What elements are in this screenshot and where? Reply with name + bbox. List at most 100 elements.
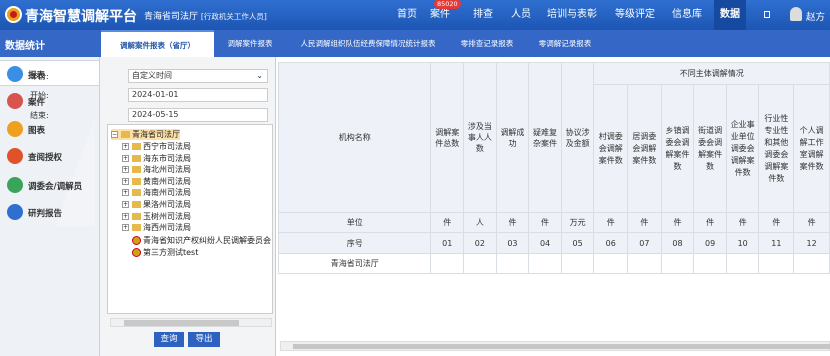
column-header: 调解成功 [495, 62, 530, 213]
tree-node[interactable]: + 海西州司法局 [122, 222, 191, 233]
tab-0[interactable]: 调解案件报表（省厅） [101, 30, 214, 57]
folder-icon [132, 189, 141, 197]
tree-node[interactable]: + 海北州司法局 [122, 164, 191, 175]
tree-node-root[interactable]: − 青海省司法厅 [111, 129, 180, 140]
table-row[interactable]: 青海省司法厅 [277, 253, 830, 274]
folder-icon [132, 224, 141, 232]
seq-cell: 11 [758, 232, 795, 254]
sidebar-item-label: 图表 [28, 126, 46, 136]
nav-label: 信息库 [672, 9, 702, 20]
tree-node[interactable]: + 海东市司法局 [122, 153, 191, 164]
sidebar-item-1[interactable]: 案件 [0, 88, 99, 114]
folder-icon [132, 212, 141, 220]
tree-scrollbar[interactable] [110, 318, 272, 327]
expand-toggle-icon[interactable]: + [122, 143, 129, 150]
tree-node-label: 海北州司法局 [143, 165, 191, 175]
sidebar-item-4[interactable]: 调委会/调解员 [0, 172, 99, 198]
query-button[interactable]: 查询 [154, 332, 184, 347]
tree-node[interactable]: + 海南州司法局 [122, 187, 191, 198]
nav-label: 排查 [473, 9, 493, 20]
expand-toggle-icon[interactable]: + [122, 154, 129, 162]
case-icon [7, 93, 23, 109]
row-cell [693, 253, 727, 274]
tree-node[interactable]: + 西宁市司法局 [122, 141, 191, 152]
emblem-icon [132, 236, 141, 245]
expand-toggle-icon[interactable]: + [122, 166, 129, 174]
seq-cell: 10 [725, 232, 760, 254]
chart-icon [7, 121, 23, 137]
tree-node[interactable]: + 果洛州司法局 [122, 199, 191, 210]
tree-node[interactable]: + 玉树州司法局 [122, 211, 191, 222]
row-cell [463, 253, 497, 274]
export-button[interactable]: 导出 [188, 332, 220, 347]
speaker-icon[interactable] [764, 11, 770, 18]
expand-toggle-icon[interactable]: + [122, 224, 129, 232]
expand-toggle-icon[interactable]: + [122, 212, 129, 220]
year-select[interactable]: 自定义时间 ⌄ [128, 69, 268, 83]
analysis-icon [7, 204, 23, 220]
nav-item-0[interactable]: 首页 [392, 0, 422, 30]
nav-item-4[interactable]: 培训与表彰 [546, 0, 598, 30]
tree-node[interactable]: + 黄南州司法局 [122, 176, 191, 187]
unit-cell: 件 [430, 212, 465, 233]
row-cell [430, 253, 465, 274]
user-name[interactable]: 赵方 [806, 9, 825, 23]
top-bar: 青海智慧调解平台 青海省司法厅 [行政机关工作人员] 首页 案件 85020 排查 人员… [0, 0, 830, 30]
row-cell [495, 253, 530, 274]
sidebar-item-0[interactable]: 报表 [0, 60, 99, 86]
unit-label: 单位 [277, 212, 432, 233]
expand-toggle-icon[interactable]: + [122, 177, 129, 185]
section-title: 数据统计 [5, 41, 45, 52]
tree-node-label: 青海省知识产权纠纷人民调解委员会 [143, 236, 271, 245]
tree-leaf[interactable]: 第三方测试test [132, 247, 198, 258]
nav-item-2[interactable]: 排查 [468, 0, 498, 30]
nav-badge: 85020 [434, 0, 461, 9]
sidebar-item-2[interactable]: 图表 [0, 116, 99, 142]
column-header: 调解案件总数 [430, 62, 465, 213]
nav-item-6[interactable]: 信息库 [668, 0, 706, 30]
unit-cell: 万元 [560, 212, 595, 233]
collapse-toggle-icon[interactable]: − [111, 131, 118, 138]
sidebar-item-3[interactable]: 查阅授权 [0, 143, 99, 169]
org-name: 青海省司法厅 [144, 12, 199, 22]
tab-1[interactable]: 调解案件报表 [214, 30, 286, 57]
emblem-logo [5, 6, 22, 23]
sidebar-item-label: 研判报告 [28, 209, 63, 219]
row-cell [627, 253, 662, 274]
expand-toggle-icon[interactable]: + [122, 201, 129, 208]
sidebar: 报表 案件图表查阅授权调委会/调解员研判报告 [0, 57, 100, 356]
tree-node-label: 青海省司法厅 [132, 130, 180, 139]
tree-node-label: 黄南州司法局 [143, 176, 191, 186]
nav-item-5[interactable]: 等级评定 [611, 0, 659, 30]
nav-item-3[interactable]: 人员 [506, 0, 536, 30]
avatar[interactable] [790, 7, 802, 21]
seq-cell: 07 [627, 232, 662, 254]
nav-item-1[interactable]: 案件 85020 [426, 0, 461, 30]
column-header: 村调委会调解案件数 [593, 84, 629, 213]
nav-item-7[interactable]: 数据 [714, 0, 746, 30]
tab-3[interactable]: 零排查记录报表 [450, 30, 524, 57]
end-date-input[interactable]: 2024-05-15 [128, 108, 268, 122]
folder-icon [132, 201, 141, 208]
tree-node-label: 玉树州司法局 [143, 211, 191, 221]
emblem-icon [132, 248, 141, 257]
column-header: 个人调解工作室调解案件数 [793, 84, 830, 213]
seq-cell: 04 [528, 232, 562, 254]
sidebar-item-5[interactable]: 研判报告 [0, 199, 99, 225]
table-scrollbar[interactable] [280, 341, 830, 351]
seq-cell: 02 [463, 232, 497, 254]
column-header: 乡镇调委会调解案件数 [660, 84, 695, 213]
tree-leaf[interactable]: 青海省知识产权纠纷人民调解委员会 [132, 235, 271, 246]
auth-icon [7, 148, 23, 164]
expand-toggle-icon[interactable]: + [122, 189, 129, 197]
start-date-input[interactable]: 2024-01-01 [128, 88, 268, 102]
seq-cell: 08 [660, 232, 695, 254]
column-header: 行业性专业性和其他调委会调解案件数 [758, 84, 795, 213]
tab-4[interactable]: 零调解记录报表 [524, 30, 606, 57]
year-value: 自定义时间 [132, 71, 172, 80]
tab-2[interactable]: 人民调解组织队伍经费保障情况统计报表 [286, 30, 450, 57]
tree-node-label: 西宁市司法局 [143, 142, 191, 151]
column-header: 街道调委会调解案件数 [693, 84, 727, 213]
column-header: 居调委会调解案件数 [627, 84, 662, 213]
column-header-name: 机构名称 [277, 62, 432, 213]
